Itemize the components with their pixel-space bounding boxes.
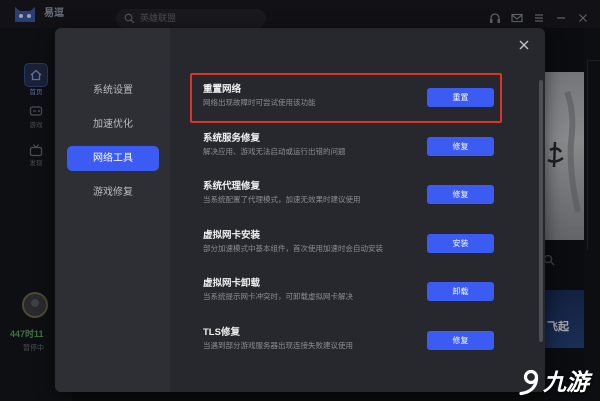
repair-button[interactable]: 修复: [427, 185, 494, 204]
tool-row-install-adapter: 虚拟网卡安装 部分加速模式中基本组件，首次使用加速时会自动安装 安装: [190, 223, 502, 263]
nav-network-tools[interactable]: 网络工具: [67, 145, 159, 171]
tool-title: 系统服务修复: [203, 133, 261, 144]
tool-title: TLS修复: [203, 327, 240, 338]
tool-description: 当系统配置了代理模式，加速无效果时建议使用: [203, 195, 361, 204]
nav-acceleration-optimize[interactable]: 加速优化: [67, 112, 159, 137]
tool-description: 网络出现故障时可尝试使用该功能: [203, 98, 316, 107]
tool-row-uninstall-adapter: 虚拟网卡卸载 当系统提示网卡冲突时，可卸载虚拟网卡解决 卸载: [190, 271, 502, 311]
tool-row-system-proxy: 系统代理修复 当系统配置了代理模式，加速无效果时建议使用 修复: [190, 174, 502, 214]
tool-row-system-service: 系统服务修复 解决应用、游戏无法启动或运行出错的问题 修复: [190, 126, 502, 166]
tool-description: 当遇到部分游戏服务器出现连接失败建议使用: [203, 341, 353, 350]
close-icon[interactable]: [515, 36, 533, 54]
tool-row-reset-network: 重置网络 网络出现故障时可尝试使用该功能 重置: [190, 77, 502, 117]
tool-description: 部分加速模式中基本组件，首次使用加速时会自动安装: [203, 244, 383, 253]
tool-title: 系统代理修复: [203, 181, 261, 192]
scrollbar[interactable]: [539, 80, 543, 342]
settings-dialog: 系统设置 加速优化 网络工具 游戏修复 重置网络 网络出现故障时可尝试使用该功能…: [55, 28, 545, 392]
tool-title: 虚拟网卡卸载: [203, 278, 261, 289]
repair-button[interactable]: 修复: [427, 331, 494, 350]
tool-description: 解决应用、游戏无法启动或运行出错的问题: [203, 147, 346, 156]
repair-button[interactable]: 修复: [427, 137, 494, 156]
jiuyou-logo-icon: [516, 368, 542, 396]
tool-title: 虚拟网卡安装: [203, 230, 261, 241]
watermark-text: 九游: [543, 369, 589, 395]
settings-nav: 系统设置 加速优化 网络工具 游戏修复: [55, 28, 170, 392]
tool-description: 当系统提示网卡冲突时，可卸载虚拟网卡解决: [203, 292, 353, 301]
tool-title: 重置网络: [203, 84, 242, 95]
nav-system-settings[interactable]: 系统设置: [67, 78, 159, 103]
install-button[interactable]: 安装: [427, 234, 494, 253]
tool-row-tls-repair: TLS修复 当遇到部分游戏服务器出现连接失败建议使用 修复: [190, 320, 502, 360]
uninstall-button[interactable]: 卸载: [427, 282, 494, 301]
reset-button[interactable]: 重置: [427, 88, 494, 107]
nav-game-repair[interactable]: 游戏修复: [67, 180, 159, 205]
